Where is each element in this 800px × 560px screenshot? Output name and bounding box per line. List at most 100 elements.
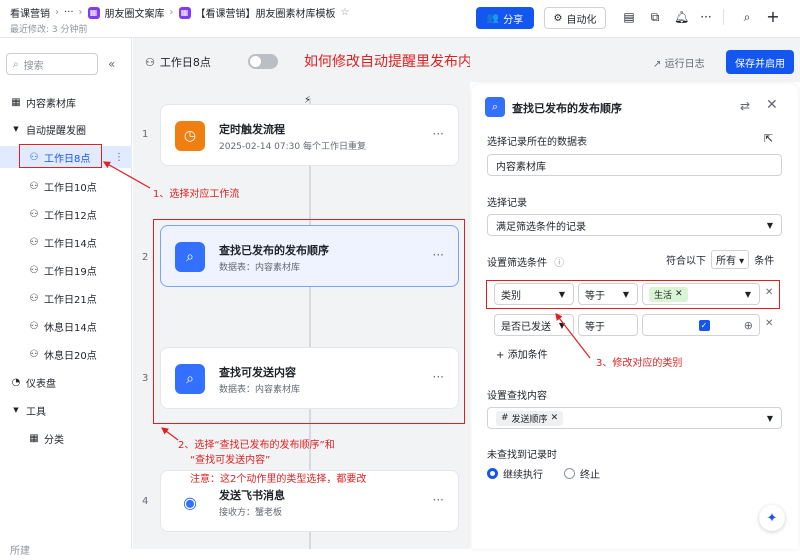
share-label: 分享: [503, 14, 524, 26]
step-title: 定时触发流程: [219, 123, 285, 136]
sidebar: ⌕ 搜索 « ▦ 内容素材库 ▼ 自动提醒发圈 ⚇ 工作日8点 ⋮ ⚇ 工作日10点 ⚇…: [0, 38, 132, 557]
field-tag-label: 发送顺序: [511, 414, 548, 425]
cond2-value-checkbox[interactable]: ✓ ⊕: [642, 314, 760, 336]
cond2-operator-value: 等于: [585, 321, 605, 333]
save-enable-button[interactable]: 保存并启用: [726, 50, 794, 74]
content-select[interactable]: # 发送顺序 ✕ ▼: [487, 407, 782, 429]
search-icon[interactable]: ⌕: [740, 10, 754, 24]
step-subtitle: 接收方：蟹老板: [219, 508, 283, 518]
match-mode-value: 所有: [716, 256, 736, 267]
step-number: 2: [142, 252, 149, 263]
step-more-icon[interactable]: ···: [433, 127, 444, 141]
cond2-field-select[interactable]: 是否已发送 ▼: [494, 314, 574, 336]
record-select[interactable]: 满足筛选条件的记录 ▼: [487, 214, 782, 236]
form-icon[interactable]: ▤: [622, 10, 636, 24]
sidebar-bottom-section[interactable]: 所建: [0, 538, 132, 560]
sidebar-item-workday-21[interactable]: ⚇ 工作日21点: [0, 287, 132, 309]
annotation-step3: 3、修改对应的类别: [596, 358, 683, 369]
workflow-name: 工作日8点: [159, 56, 211, 69]
step-number: 1: [142, 129, 149, 140]
more-icon[interactable]: ···: [699, 10, 713, 24]
sidebar-item-workday-10[interactable]: ⚇ 工作日10点: [0, 175, 132, 197]
workflow-icon: ⚇: [29, 348, 39, 360]
sidebar-folder-tools[interactable]: ▼ 工具: [0, 399, 132, 421]
record-label: 选择记录: [487, 198, 527, 209]
info-icon[interactable]: ⓘ: [554, 258, 564, 269]
radio-unselected-icon: [564, 468, 575, 479]
run-log-label: 运行日志: [664, 59, 705, 70]
automation-button[interactable]: ⚙ 自动化: [544, 7, 606, 29]
collapse-sidebar-icon[interactable]: «: [108, 57, 115, 71]
table-label: 选择记录所在的数据表: [487, 137, 587, 148]
step-number: 3: [142, 373, 149, 384]
table-icon: ▦: [29, 432, 39, 444]
caret-down-icon: ▼: [13, 406, 19, 414]
panel-toolbar: ↗ 运行日志 保存并启用: [470, 38, 800, 82]
add-condition-button[interactable]: + 添加条件: [496, 346, 548, 361]
sidebar-item-restday-14[interactable]: ⚇ 休息日14点: [0, 315, 132, 337]
search-icon: ⌕: [485, 97, 505, 117]
swap-icon[interactable]: ⇄: [740, 99, 750, 113]
filter-label-row: 设置筛选条件 ⓘ: [487, 254, 564, 269]
add-circle-icon[interactable]: ⊕: [744, 319, 753, 332]
automation-label: 自动化: [566, 14, 597, 26]
pin-icon[interactable]: ☆: [341, 7, 350, 18]
chevron-down-icon: ▼: [766, 220, 773, 230]
match-mode-select[interactable]: 所有 ▾: [711, 250, 750, 269]
sidebar-item-label: 休息日14点: [44, 322, 97, 334]
sidebar-item-workday-14[interactable]: ⚇ 工作日14点: [0, 231, 132, 253]
sidebar-item-workday-19[interactable]: ⚇ 工作日19点: [0, 259, 132, 281]
bell-icon[interactable]: 🔔︎: [674, 10, 689, 24]
ai-assistant-button[interactable]: ✦: [759, 505, 785, 531]
extension-icon[interactable]: ⧉: [648, 10, 662, 24]
share-button[interactable]: 👥 分享: [476, 7, 534, 29]
breadcrumb-more[interactable]: ···: [64, 7, 74, 18]
breadcrumb-sep: ›: [78, 7, 83, 18]
run-log-button[interactable]: ↗ 运行日志: [653, 55, 705, 70]
lark-icon: ◉: [175, 487, 205, 517]
remove-condition-icon[interactable]: ✕: [765, 318, 773, 329]
step-card-trigger[interactable]: ◷ 定时触发流程 2025-02-14 07:30 每个工作日重复 ···: [160, 104, 459, 166]
add-condition-label: 添加条件: [507, 350, 548, 361]
breadcrumb-root[interactable]: 看课营销: [10, 5, 50, 20]
cond2-operator-select[interactable]: 等于: [578, 314, 638, 336]
annotation-note: 注意：这2个动作里的类型选择，都要改: [190, 474, 367, 485]
search-input[interactable]: ⌕ 搜索: [6, 53, 98, 75]
radio-stop[interactable]: 终止: [564, 466, 600, 481]
workflow-enable-toggle[interactable]: [248, 54, 278, 69]
add-icon[interactable]: +: [766, 9, 780, 25]
sidebar-item-workday-12[interactable]: ⚇ 工作日12点: [0, 203, 132, 225]
workflow-icon: ⚇: [29, 264, 39, 276]
match-mode: 符合以下 所有 ▾ 条件: [666, 250, 774, 269]
breadcrumb-doc[interactable]: 【看课营销】朋友圈素材库模板: [196, 5, 336, 20]
annotation-step2: 2、选择“查找已发布的发布顺序”和: [178, 440, 335, 451]
sidebar-item-label: 工作日21点: [44, 294, 97, 306]
close-icon[interactable]: ✕: [766, 97, 778, 113]
tag-remove-icon[interactable]: ✕: [551, 413, 559, 423]
field-tag: # 发送顺序 ✕: [496, 410, 564, 426]
sidebar-folder-auto-remind[interactable]: ▼ 自动提醒发圈: [0, 118, 132, 140]
sidebar-item-dashboard[interactable]: ◔ 仪表盘: [0, 371, 132, 393]
step-number: 4: [142, 496, 149, 507]
workflow-icon: ⚇: [29, 236, 39, 248]
breadcrumb-folder[interactable]: 朋友圈文案库: [105, 5, 165, 20]
radio-continue[interactable]: 继续执行: [487, 466, 543, 481]
plus-icon: +: [496, 350, 505, 361]
sidebar-item-label: 工作日14点: [44, 238, 97, 250]
item-more-icon[interactable]: ⋮: [114, 152, 124, 163]
match-suffix: 条件: [754, 256, 775, 267]
breadcrumb: 看课营销 › ··· › ▦ 朋友圈文案库 › ▦ 【看课营销】朋友圈素材库模板…: [10, 5, 350, 20]
sidebar-item-category[interactable]: ▦ 分类: [0, 427, 132, 449]
sidebar-item-restday-20[interactable]: ⚇ 休息日20点: [0, 343, 132, 365]
table-icon: ▦: [11, 96, 21, 108]
step-config-card: ⌕ 查找已发布的发布顺序 ⇄ ✕ 选择记录所在的数据表 ⇱ 内容素材库 选择记录…: [472, 84, 798, 549]
checkbox-checked-icon[interactable]: ✓: [698, 319, 710, 331]
trend-icon: ↗: [653, 59, 662, 70]
sidebar-item-content-library[interactable]: ▦ 内容素材库: [0, 91, 132, 113]
open-external-icon[interactable]: ⇱: [764, 132, 773, 145]
workflow-icon: ⚇: [29, 208, 39, 220]
step-more-icon[interactable]: ···: [433, 493, 444, 507]
table-select[interactable]: 内容素材库: [487, 154, 782, 176]
users-icon: 👥: [486, 12, 500, 24]
filter-label: 设置筛选条件: [487, 258, 547, 269]
